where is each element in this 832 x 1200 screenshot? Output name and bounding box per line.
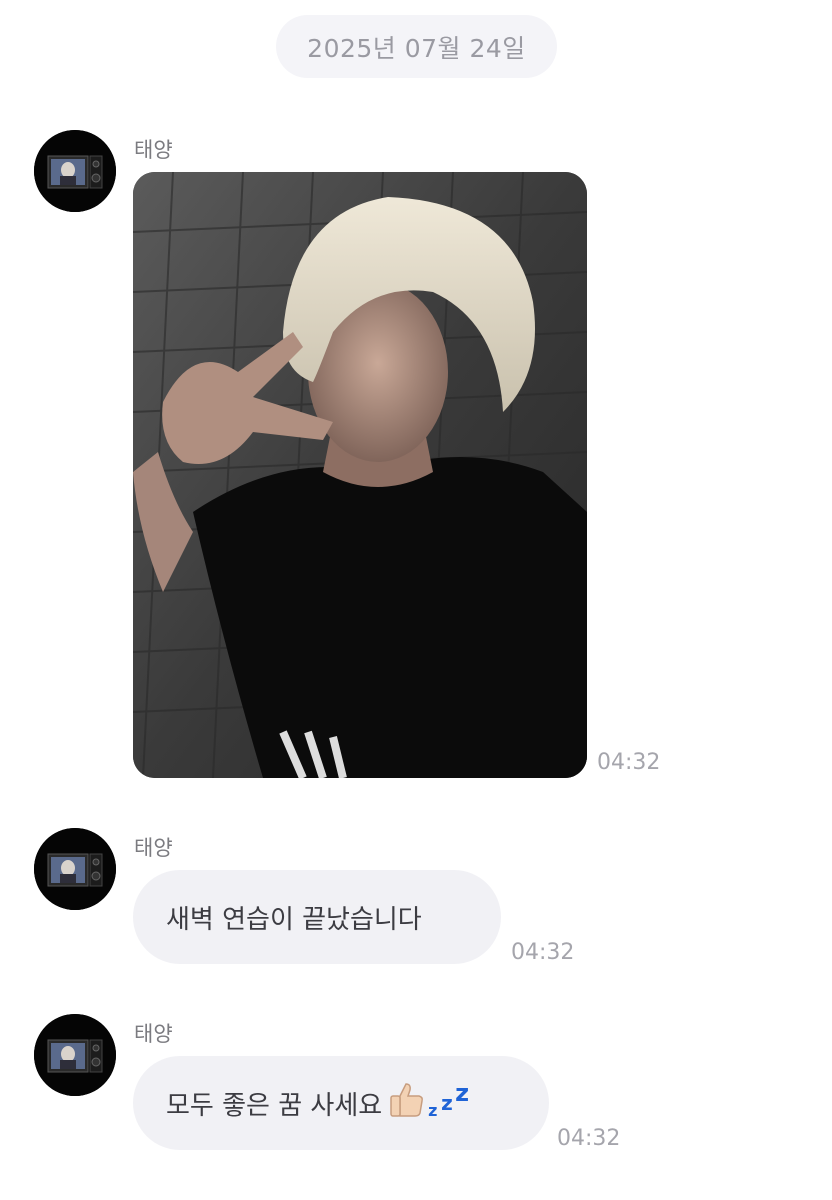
sender-avatar[interactable] — [34, 828, 116, 910]
message-timestamp: 04:32 — [557, 1126, 621, 1151]
message-bubble[interactable]: 새벽 연습이 끝났습니다 — [133, 870, 501, 964]
sender-name: 태양 — [134, 836, 173, 860]
thumbs-up-icon — [386, 1080, 426, 1127]
message-timestamp: 04:32 — [597, 750, 661, 775]
message-timestamp: 04:32 — [511, 940, 575, 965]
message-bubble[interactable]: 모두 좋은 꿈 사세요 z z z — [133, 1056, 549, 1150]
sender-name: 태양 — [134, 1022, 173, 1046]
sender-name: 태양 — [134, 138, 173, 162]
zzz-icon: z z z — [428, 1079, 470, 1120]
photo-message[interactable] — [133, 172, 587, 778]
sender-avatar[interactable] — [34, 130, 116, 212]
sender-avatar[interactable] — [34, 1014, 116, 1096]
message-text: 모두 좋은 꿈 사세요 — [166, 1090, 383, 1121]
message-text: 새벽 연습이 끝났습니다 — [166, 904, 422, 935]
date-divider: 2025년 07월 24일 — [276, 15, 557, 78]
